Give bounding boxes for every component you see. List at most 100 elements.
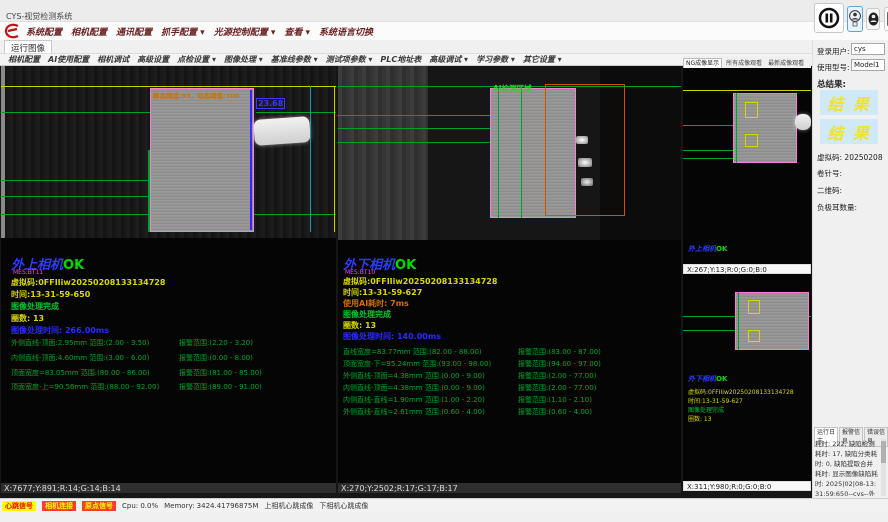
left-camera-view[interactable]: 静态阈值:93，动态阈值:100 23.68 外上相机OK MES:BT11 虚… — [1, 66, 336, 493]
ref-green-line — [338, 128, 490, 129]
right-bottom-camera-view[interactable]: 外下相机OK 虚拟码:0FFIIiw20250208133134728 时间:1… — [683, 274, 811, 481]
camera-link-badge: 相机连接 — [42, 501, 76, 511]
electrode-tab-object — [253, 116, 311, 146]
right-top-camera-title: 外上相机 — [688, 245, 716, 253]
menu-light-config[interactable]: 光源控制配置 ▾ — [214, 25, 276, 38]
measurement-row: 内侧直线-直线=1.90mm 范围:(1.00 - 2.20) — [343, 395, 485, 405]
ref-green-line — [683, 330, 735, 331]
barcode-value: 20250208 — [844, 153, 882, 162]
product-surface-region — [735, 292, 809, 350]
annotation-rect — [748, 330, 760, 342]
right-bottom-camera-title: 外下相机 — [688, 375, 716, 383]
middle-camera-view[interactable]: AI检测区域 外下相机OK MES:BT10 虚拟码:0FFIIiw202502… — [338, 66, 681, 493]
measure-green-vline — [738, 292, 739, 350]
middle-camera-image[interactable] — [338, 66, 428, 240]
ref-yellow-vline — [334, 86, 335, 232]
menu-gripper-config[interactable]: 抓手配置 ▾ — [161, 25, 205, 38]
exit-button[interactable] — [884, 7, 888, 31]
tool-learning-params[interactable]: 学习参数 ▾ — [476, 54, 515, 65]
tool-image-processing[interactable]: 图像处理 ▾ — [224, 54, 263, 65]
middle-mes-tag: MES:BT10 — [345, 269, 375, 276]
app-logo-icon — [4, 23, 22, 39]
tool-test-params[interactable]: 测试项参数 ▾ — [326, 54, 373, 65]
left-barcode-text: 虚拟码:0FFIIiw20250208133134728 — [11, 277, 165, 288]
window-title: CYS-视觉检测系统 — [6, 11, 72, 22]
tab-latest-images[interactable]: 最新成像观看 — [766, 59, 806, 68]
menu-language-switch[interactable]: 系统语言切换 — [319, 25, 373, 38]
measurement-row: 内侧直线-顶面=4.38mm 范围:(0.00 - 9.00) — [343, 383, 485, 393]
tool-camera-debug[interactable]: 相机调试 — [97, 54, 129, 65]
app-window: CYS-视觉检测系统 系统配置 相机配置 通讯配置 抓手配置 ▾ 光源控制配置 … — [0, 0, 888, 522]
barcode-field: 虚拟码: 20250208 — [817, 152, 883, 163]
tool-advanced-debug[interactable]: 高级调试 ▾ — [429, 54, 468, 65]
window-titlebar — [0, 0, 888, 22]
login-user-input[interactable]: cys — [851, 43, 885, 55]
menu-bar: 系统配置 相机配置 通讯配置 抓手配置 ▾ 光源控制配置 ▾ 查看 ▾ 系统语言… — [0, 22, 888, 40]
measurement-row: 外侧直线-顶面=4.38mm 范围:(0.00 - 9.00) — [343, 371, 485, 381]
barcode-label: 虚拟码: — [817, 153, 842, 162]
right-top-camera-view[interactable]: 外上相机OK — [683, 68, 811, 264]
ng-view-tabbar: NG成像显示 所有成像观看 最新成像观看 — [683, 56, 811, 68]
right-top-result-line: 外上相机OK — [688, 244, 727, 254]
alarm-range: 报警范围:(89.00 - 91.00) — [179, 382, 262, 392]
pin-number-label: 卷针号: — [817, 168, 842, 179]
middle-turns-text: 圈数: 13 — [343, 320, 376, 331]
middle-process-done-text: 图像处理完成 — [343, 309, 391, 320]
right-bottom-info-line: 圈数: 13 — [688, 414, 712, 423]
heartbeat-badge: 心跳信号 — [2, 501, 36, 511]
qr-code-label: 二维码: — [817, 185, 842, 196]
weld-spot — [576, 136, 588, 144]
tool-plc-address[interactable]: PLC地址表 — [380, 54, 421, 65]
alarm-range: 报警范围:(1.10 - 2.10) — [518, 395, 592, 405]
ref-green-line — [1, 112, 150, 113]
ref-green-line — [338, 142, 490, 143]
tab-ng-display[interactable]: NG成像显示 — [683, 58, 722, 68]
ref-green-line — [683, 158, 735, 159]
ref-green-line — [338, 115, 490, 116]
result-box-lower: 结 果 — [820, 119, 878, 144]
tool-advanced-settings[interactable]: 高级设置 — [137, 54, 169, 65]
baseline-yellow-line — [1, 86, 336, 87]
model-input[interactable]: Model1 — [851, 59, 885, 71]
menu-comm-config[interactable]: 通讯配置 — [116, 25, 152, 38]
lower-camera-status: 下相机心跳成像 — [319, 501, 368, 511]
menu-system-config[interactable]: 系统配置 — [26, 25, 62, 38]
tool-camera-config[interactable]: 相机配置 — [8, 54, 40, 65]
tool-ai-config[interactable]: AI使用配置 — [48, 54, 89, 65]
alarm-range: 报警范围:(0.60 - 4.00) — [518, 407, 592, 417]
log-scrollbar-thumb[interactable] — [881, 441, 886, 463]
left-time-text: 时间:13-31-59-650 — [11, 289, 90, 300]
alarm-range: 报警范围:(94.00 - 97.00) — [518, 359, 601, 369]
user-icon — [849, 10, 861, 28]
annotation-rect — [745, 134, 758, 147]
menu-view[interactable]: 查看 ▾ — [284, 25, 310, 38]
tool-other-settings[interactable]: 其它设置 ▾ — [523, 54, 562, 65]
pause-icon — [818, 7, 840, 29]
user-login-button[interactable] — [847, 6, 863, 32]
left-process-time-text: 图像处理时间: 266.00ms — [11, 325, 109, 336]
ai-region-label: AI检测区域 — [493, 83, 532, 94]
origin-signal-badge: 原点信号 — [82, 501, 116, 511]
ref-green-line — [256, 112, 336, 113]
log-scrollbar[interactable] — [881, 439, 886, 496]
pause-button[interactable] — [814, 3, 844, 33]
measurement-row: 内侧直线-顶面:4.60mm 范围:(3.00 - 6.00) — [11, 353, 149, 363]
left-cursor-coords: X:7677;Y:891;R:14;G:14;B:14 — [1, 483, 336, 493]
middle-process-time-text: 图像处理时间: 140.00ms — [343, 331, 441, 342]
ref-yellow-line — [683, 90, 811, 91]
operator-icon — [868, 12, 879, 26]
tab-all-images[interactable]: 所有成像观看 — [724, 59, 764, 68]
left-image-edge — [1, 66, 5, 238]
alarm-range: 报警范围:(81.00 - 85.00) — [179, 368, 262, 378]
right-bottom-result-line: 外下相机OK — [688, 374, 727, 384]
ref-green-line — [1, 180, 150, 181]
alarm-range: 报警范围:(83.00 - 87.00) — [518, 347, 601, 357]
tool-spot-check[interactable]: 点检设置 ▾ — [177, 54, 216, 65]
tab-run-image[interactable]: 运行图像 — [4, 40, 52, 53]
right-bottom-info-line: 虚拟码:0FFIIiw20250208133134728 — [688, 387, 794, 396]
operator-button[interactable] — [866, 8, 880, 30]
menu-camera-config[interactable]: 相机配置 — [71, 25, 107, 38]
annotation-rect — [745, 102, 758, 118]
left-mes-tag: MES:BT11 — [13, 269, 43, 276]
tool-baseline-params[interactable]: 基准线参数 ▾ — [271, 54, 318, 65]
